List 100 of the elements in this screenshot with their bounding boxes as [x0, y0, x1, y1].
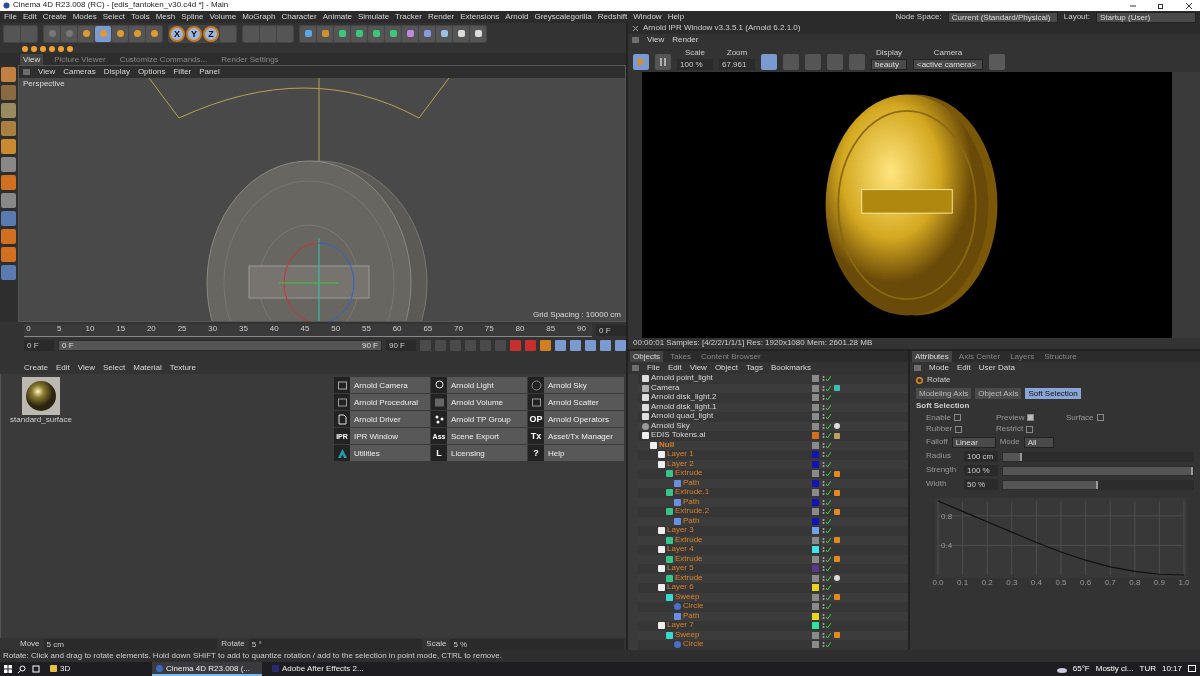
layer-color-swatch[interactable] — [812, 460, 819, 468]
viewport-menu-item[interactable]: Options — [137, 67, 166, 77]
material-menu-item[interactable]: Select — [103, 363, 126, 373]
viewport[interactable]: Perspective Grid Spacing : 10000 cm — [19, 78, 625, 321]
view-tab[interactable]: Picture Viewer — [51, 53, 109, 65]
object-tool-button[interactable] — [368, 25, 384, 42]
object-name[interactable]: Extrude — [675, 573, 703, 583]
attribute-menu-item[interactable]: Edit — [957, 363, 971, 373]
object-menu-item[interactable]: Bookmarks — [770, 363, 811, 373]
object-tool-button[interactable] — [317, 25, 333, 42]
visibility-icon[interactable] — [822, 441, 831, 449]
frame-range-slider[interactable]: 0 F 90 F — [59, 341, 381, 350]
layer-color-swatch[interactable] — [812, 546, 819, 554]
axis-lock-button[interactable]: Z — [203, 25, 219, 42]
object-name[interactable]: Path — [683, 516, 700, 526]
arnold-shelf-button[interactable]: ? Help — [528, 445, 624, 461]
layer-color-swatch[interactable] — [812, 413, 819, 421]
object-name[interactable]: Arnold Sky — [651, 421, 690, 431]
start-render-button[interactable] — [633, 54, 649, 70]
visibility-icon[interactable] — [822, 622, 831, 630]
number-field[interactable]: 67.961 — [719, 59, 755, 70]
arnold-shelf-button[interactable]: Arnold Volume — [431, 394, 527, 410]
layer-color-swatch[interactable] — [812, 555, 819, 563]
arnold-shelf-button[interactable]: Arnold Scatter — [528, 394, 624, 410]
language-indicator[interactable]: TUR — [1139, 664, 1156, 674]
object-name[interactable]: Sweep — [675, 592, 700, 602]
object-name[interactable]: Arnold point_light — [651, 374, 713, 384]
tool-button[interactable] — [95, 25, 111, 42]
object-name[interactable]: Layer 3 — [667, 526, 694, 536]
viewport-menu-item[interactable]: Cameras — [63, 67, 96, 77]
task-view-icon[interactable] — [32, 665, 40, 673]
coordinate-field[interactable]: 5 ° — [248, 638, 423, 650]
current-frame-field[interactable]: 0 F — [596, 325, 626, 336]
menu-item[interactable]: Mesh — [155, 12, 176, 22]
menu-item[interactable]: Tools — [130, 12, 150, 22]
object-tool-button[interactable] — [385, 25, 401, 42]
layer-color-swatch[interactable] — [812, 574, 819, 582]
search-icon[interactable] — [18, 665, 26, 673]
object-name[interactable]: Extrude — [675, 554, 703, 564]
visibility-icon[interactable] — [822, 384, 831, 392]
panel-tab[interactable]: Attributes — [912, 351, 952, 362]
number-field[interactable]: 50 % — [964, 479, 998, 491]
object-name[interactable]: Layer 1 — [667, 450, 694, 460]
checkbox[interactable] — [1027, 414, 1035, 422]
layer-color-swatch[interactable] — [812, 441, 819, 449]
layer-color-swatch[interactable] — [812, 612, 819, 620]
visibility-icon[interactable] — [822, 508, 831, 516]
object-menu-item[interactable]: Object — [714, 363, 738, 373]
object-name[interactable]: Sweep — [675, 630, 700, 640]
visibility-icon[interactable] — [822, 517, 831, 525]
panel-tab[interactable]: Objects — [630, 351, 664, 362]
viewport-menu-item[interactable]: View — [38, 67, 56, 77]
visibility-icon[interactable] — [822, 394, 831, 402]
arnold-shelf-button[interactable]: Utilities — [334, 445, 430, 461]
object-name[interactable]: Circle — [683, 640, 704, 650]
menu-item[interactable]: Arnold — [505, 12, 529, 22]
menu-item[interactable]: Spline — [181, 12, 204, 22]
layer-color-swatch[interactable] — [812, 622, 819, 630]
arnold-shelf-button[interactable]: Arnold Sky — [528, 377, 624, 393]
object-tool-button[interactable] — [419, 25, 435, 42]
visibility-icon[interactable] — [822, 403, 831, 411]
axis-lock-button[interactable]: X — [169, 25, 185, 42]
number-field[interactable]: 100 % — [964, 465, 998, 477]
visibility-icon[interactable] — [822, 527, 831, 535]
view-tab[interactable]: Customize Commands... — [116, 53, 211, 65]
visibility-icon[interactable] — [822, 603, 831, 611]
menu-item[interactable]: MoGraph — [242, 12, 276, 22]
layer-color-swatch[interactable] — [812, 631, 819, 639]
object-name[interactable]: Camera — [651, 383, 680, 393]
layer-color-swatch[interactable] — [812, 451, 819, 459]
material-menu-item[interactable]: View — [77, 363, 95, 373]
layout-dropdown[interactable]: Startup (User) — [1096, 11, 1196, 23]
visibility-icon[interactable] — [822, 555, 831, 563]
object-tool-button[interactable] — [470, 25, 486, 42]
visibility-icon[interactable] — [822, 536, 831, 544]
object-tool-button[interactable] — [351, 25, 367, 42]
attribute-tab[interactable]: Modeling Axis — [916, 387, 972, 399]
visibility-icon[interactable] — [822, 574, 831, 582]
tag-icon[interactable] — [834, 632, 840, 639]
restore-icon[interactable] — [1158, 2, 1164, 9]
object-name[interactable]: Arnold disk_light.2 — [651, 393, 717, 403]
tool-button[interactable] — [129, 25, 145, 42]
layer-color-swatch[interactable] — [812, 394, 819, 402]
axis-lock-button[interactable]: Y — [186, 25, 202, 42]
arnold-shelf-button[interactable]: Arnold Driver — [334, 411, 430, 427]
layer-color-swatch[interactable] — [812, 498, 819, 506]
visibility-icon[interactable] — [822, 375, 831, 383]
layer-color-swatch[interactable] — [812, 565, 819, 573]
object-name[interactable]: Circle — [683, 602, 704, 612]
viewport-menu-item[interactable]: Panel — [199, 67, 220, 77]
number-field[interactable]: 100 cm — [964, 451, 998, 463]
visibility-icon[interactable] — [822, 451, 831, 459]
object-name[interactable]: Path — [683, 478, 700, 488]
taskbar-app[interactable]: Cinema 4D R23.008 (... — [152, 662, 262, 676]
menu-item[interactable]: Character — [281, 12, 317, 22]
menu-item[interactable]: Modes — [72, 12, 97, 22]
arnold-shelf-button[interactable]: Tx Asset/Tx Manager — [528, 428, 624, 444]
tag-icon[interactable] — [834, 470, 840, 477]
object-name[interactable]: Path — [683, 497, 700, 507]
menu-item[interactable]: Select — [102, 12, 125, 22]
